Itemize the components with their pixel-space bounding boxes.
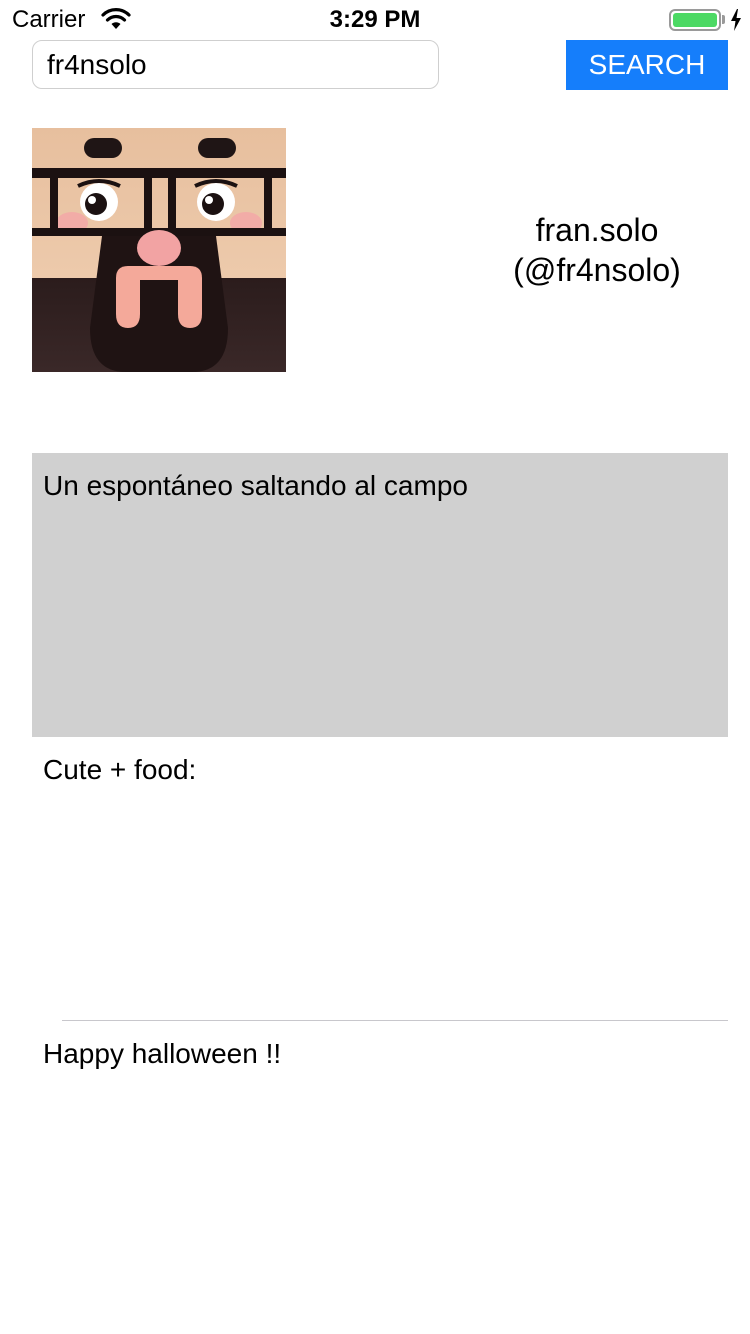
battery-cap bbox=[722, 15, 725, 24]
search-input[interactable] bbox=[32, 40, 439, 89]
status-time: 3:29 PM bbox=[329, 6, 421, 33]
avatar-illustration bbox=[32, 128, 286, 372]
charging-bolt-icon bbox=[731, 9, 741, 31]
post-text: Cute + food: bbox=[43, 754, 197, 785]
profile-display-name: fran.solo bbox=[535, 212, 659, 248]
app-screen: Carrier 3:29 PM SEARCH bbox=[0, 0, 750, 1334]
profile-handle: (@fr4nsolo) bbox=[513, 252, 681, 288]
post-row-selected[interactable]: Un espontáneo saltando al campo bbox=[32, 453, 728, 737]
post-row[interactable]: Happy halloween !! bbox=[32, 1021, 728, 1305]
post-list[interactable]: Un espontáneo saltando al campo Cute + f… bbox=[32, 453, 728, 1334]
search-button[interactable]: SEARCH bbox=[566, 40, 728, 90]
battery-level-fill bbox=[673, 13, 717, 27]
post-text: Happy halloween !! bbox=[43, 1038, 282, 1069]
battery-icon bbox=[669, 9, 721, 31]
profile-name-block: fran.solo (@fr4nsolo) bbox=[470, 210, 724, 290]
status-bar: Carrier 3:29 PM bbox=[0, 0, 750, 40]
post-text: Un espontáneo saltando al campo bbox=[43, 470, 468, 501]
avatar bbox=[32, 128, 286, 372]
post-row[interactable]: Cute + food: bbox=[32, 737, 728, 1021]
